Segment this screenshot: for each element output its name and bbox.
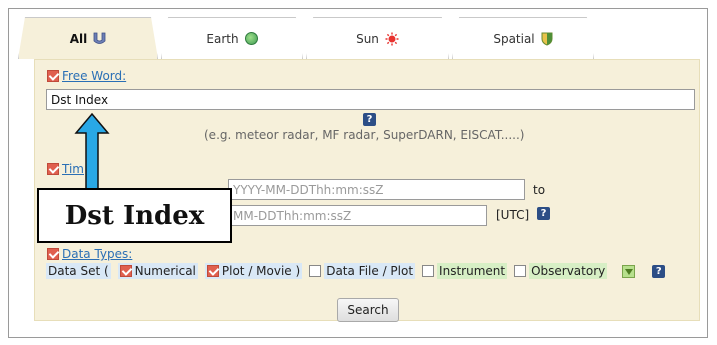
all-filter-icon	[93, 32, 106, 44]
time-help-icon[interactable]: ?	[537, 207, 550, 220]
annotation-callout: Dst Index	[37, 188, 232, 243]
filter-toggle[interactable]	[622, 264, 636, 278]
data-type-numerical[interactable]: Numerical	[117, 263, 198, 279]
data-type-data-file-plot[interactable]: Data File / Plot	[309, 263, 416, 279]
tab-all-label: All	[69, 31, 88, 46]
free-word-label[interactable]: Free Word:	[62, 69, 126, 83]
spatial-shield-icon	[541, 32, 553, 46]
data-types-header: Data Types:	[47, 247, 132, 261]
time-checkbox[interactable]	[47, 163, 59, 175]
earth-icon	[244, 32, 258, 45]
free-word-header: Free Word:	[47, 69, 126, 83]
observatory-label: Observatory	[529, 263, 608, 279]
tab-spatial-label: Spatial	[493, 31, 535, 46]
numerical-label: Numerical	[134, 264, 196, 278]
instrument-label: Instrument	[437, 263, 508, 279]
time-to-label: to	[533, 183, 546, 197]
free-word-input[interactable]	[46, 89, 695, 110]
observatory-checkbox[interactable]	[514, 265, 527, 277]
data-type-observatory[interactable]: Observatory	[514, 263, 608, 279]
free-word-checkbox[interactable]	[47, 70, 59, 82]
time-end-input[interactable]	[228, 205, 487, 226]
plot-movie-label: Plot / Movie )	[221, 264, 301, 278]
instrument-checkbox[interactable]	[422, 265, 435, 277]
annotation-arrow	[74, 113, 110, 191]
data-types-checkbox[interactable]	[47, 248, 59, 260]
search-button[interactable]: Search	[337, 298, 399, 322]
sun-icon	[385, 32, 399, 45]
data-file-plot-label: Data File / Plot	[324, 263, 416, 279]
free-word-example-hint: (e.g. meteor radar, MF radar, SuperDARN,…	[204, 128, 525, 142]
tab-earth[interactable]: Earth	[161, 17, 303, 59]
tab-sun-label: Sun	[356, 31, 379, 46]
data-types-label[interactable]: Data Types:	[62, 247, 132, 261]
data-set-open-label: Data Set (	[46, 263, 111, 279]
tab-spatial[interactable]: Spatial	[452, 17, 594, 59]
category-tabs: All Earth Sun Spatial	[18, 17, 618, 59]
tab-sun[interactable]: Sun	[306, 17, 449, 59]
utc-label: [UTC]	[496, 208, 530, 222]
data-types-help-icon[interactable]: ?	[652, 264, 666, 278]
data-types-row: Data Set ( Numerical Plot / Movie ) Data…	[46, 263, 672, 279]
data-type-instrument[interactable]: Instrument	[422, 263, 508, 279]
plot-movie-checkbox[interactable]	[206, 265, 219, 277]
data-types-help[interactable]: ?	[652, 264, 666, 278]
tab-earth-label: Earth	[206, 31, 239, 46]
tab-all[interactable]: All	[18, 17, 158, 59]
free-word-help-icon[interactable]: ?	[363, 113, 376, 126]
data-file-plot-checkbox[interactable]	[309, 265, 322, 277]
time-start-input[interactable]	[228, 179, 525, 200]
filter-icon[interactable]	[622, 264, 636, 278]
numerical-checkbox[interactable]	[119, 265, 132, 277]
data-type-plot-movie[interactable]: Plot / Movie )	[204, 263, 303, 279]
